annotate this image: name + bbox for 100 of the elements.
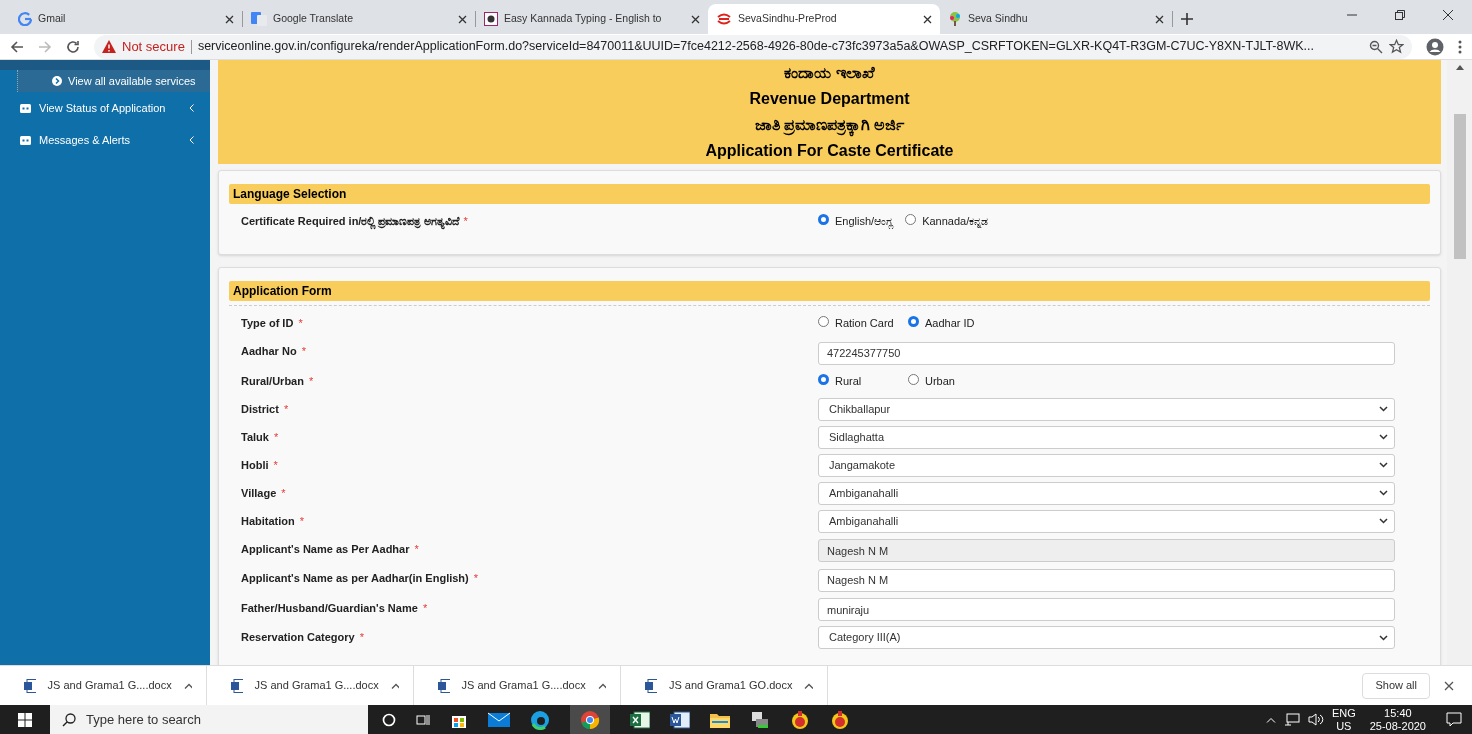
windows-icon	[18, 712, 32, 727]
radio-button[interactable]	[905, 214, 917, 225]
close-icon[interactable]	[691, 14, 700, 24]
dropdown[interactable]: Sidlaghatta	[818, 425, 1395, 449]
radio-button[interactable]	[818, 373, 829, 385]
chevron-down-icon	[1379, 462, 1388, 468]
text-field[interactable]: 472245377750	[818, 341, 1395, 365]
document-icon	[645, 678, 657, 693]
menu-icon[interactable]	[1458, 39, 1462, 54]
clock-date[interactable]: 25-08-2020	[1369, 719, 1426, 733]
star-icon[interactable]	[1389, 39, 1404, 54]
document-icon	[24, 678, 36, 693]
computer-icon[interactable]	[750, 710, 770, 729]
field-label: Village *	[241, 485, 287, 501]
message-icon	[20, 135, 31, 145]
chevron-down-icon	[1379, 434, 1388, 440]
browser-tab[interactable]: Google Translate	[243, 4, 475, 34]
chevron-down-icon	[1379, 406, 1388, 412]
chevron-left-icon	[189, 136, 194, 144]
folder-icon[interactable]	[710, 711, 730, 728]
field-label: Certificate Required in/ರಲ್ಲಿ ಪ್ರಮಾಣಪತ್ರ ಅಗತ್ಯವಿದೆ *	[241, 210, 818, 230]
plus-icon	[1180, 12, 1194, 26]
chevron-up-icon[interactable]	[597, 682, 606, 689]
radio-button[interactable]	[908, 316, 919, 327]
speaker-icon[interactable]	[1307, 713, 1324, 726]
close-icon[interactable]	[225, 14, 234, 24]
tab-favicon	[716, 13, 732, 25]
close-icon[interactable]	[1444, 680, 1454, 691]
app-icon[interactable]	[830, 709, 850, 730]
cortana-icon[interactable]	[382, 712, 396, 727]
tree-icon	[948, 12, 962, 26]
tab-title: Seva Sindhu	[968, 11, 1029, 27]
chevron-up-icon[interactable]	[183, 682, 192, 689]
radio-label: Rural	[835, 373, 862, 388]
input-language[interactable]: ENG	[1331, 706, 1356, 720]
dropdown[interactable]: Chikballapur	[818, 397, 1395, 421]
radio-label: Urban	[925, 373, 955, 388]
field-label: Father/Husband/Guardian's Name *	[241, 600, 429, 616]
dropdown[interactable]: Jangamakote	[818, 453, 1395, 477]
zoom-icon[interactable]	[1369, 39, 1383, 54]
dropdown[interactable]: Ambiganahalli	[818, 509, 1395, 533]
close-icon[interactable]	[923, 14, 932, 24]
network-icon[interactable]	[1283, 713, 1300, 726]
scrollbar[interactable]	[1447, 60, 1472, 665]
field-label: Taluk *	[241, 429, 280, 445]
url-text: serviceonline.gov.in/configureka/renderApplicationForm.do?serviceId=8470011&UUID=7fce4212-2568-4926-80de-c73fc3973a5a&OWASP_CSRFTOKEN=GLXR-KQ4T-R3GM-C7UC-Y8XN-TJLT-8WK...	[197, 38, 1316, 56]
task-view-icon[interactable]	[416, 712, 430, 727]
dropdown[interactable]: Category III(A)	[818, 626, 1395, 649]
app-icon[interactable]	[790, 709, 810, 730]
scroll-up-icon[interactable]	[1455, 64, 1464, 70]
text-field[interactable]: muniraju	[818, 598, 1395, 621]
field-label: Applicant's Name as per Aadhar(in English) *	[241, 571, 480, 586]
header-title: ಕಂದಾಯ ಇಲಾಖೆ	[784, 63, 875, 83]
address-bar[interactable]: Not secure serviceonline.gov.in/configureka/renderApplicationForm.do?serviceId=8470011&UUID=7fce4212-2568-4926-80de-c73fc3973a5a&OWASP_CSRFTOKEN=GLXR-KQ4T-R3GM-C7UC-Y8XN-TJLT-8WK...	[94, 34, 1412, 59]
sidebar-item[interactable]: View Status of Application	[0, 92, 210, 124]
edge-icon[interactable]	[530, 709, 550, 730]
word-icon[interactable]	[670, 710, 690, 729]
chevron-left-icon	[189, 104, 194, 112]
tab-title: Google Translate	[273, 11, 354, 27]
tab-title: Easy Kannada Typing - English to	[504, 11, 663, 27]
message-icon	[20, 103, 31, 113]
chevron-up-icon[interactable]	[390, 682, 399, 689]
header-title: ಜಾತಿ ಪ್ರಮಾಣಪತ್ರಕ್ಕಾಗಿ ಅರ್ಜಿ	[754, 112, 905, 138]
field-label: Reservation Category *	[241, 630, 366, 645]
field-label: Rural/Urban *	[241, 373, 315, 389]
browser-tab[interactable]: Gmail	[10, 4, 242, 34]
close-icon[interactable]	[1155, 14, 1164, 24]
sidebar-item[interactable]: Messages & Alerts	[0, 124, 210, 156]
browser-tab[interactable]: Seva Sindhu	[940, 4, 1172, 34]
chevron-up-icon[interactable]	[804, 682, 813, 689]
header-title: Revenue Department	[749, 89, 910, 109]
scrollbar-thumb[interactable]	[1453, 114, 1466, 259]
field-label: Hobli *	[241, 457, 279, 473]
radio-button[interactable]	[908, 373, 919, 385]
chrome-taskbar-button[interactable]	[570, 705, 610, 734]
chevron-down-icon	[1379, 490, 1388, 496]
sidebar-item[interactable]: View all available services	[17, 70, 210, 92]
reload-icon[interactable]	[66, 39, 80, 54]
radio-button[interactable]	[818, 316, 829, 327]
field-label: District *	[241, 401, 290, 417]
show-all-button[interactable]: Show all	[1362, 672, 1430, 699]
back-icon[interactable]	[10, 39, 24, 54]
input-region[interactable]: US	[1336, 719, 1352, 733]
browser-tab[interactable]: SevaSindhu-PreProd	[708, 4, 940, 34]
dropdown[interactable]: Ambiganahalli	[818, 481, 1395, 505]
close-icon[interactable]	[458, 14, 467, 24]
notification-icon[interactable]	[1446, 712, 1462, 727]
mail-icon[interactable]	[488, 711, 510, 728]
field-label: Type of ID *	[241, 316, 304, 331]
clock-time[interactable]: 15:40	[1384, 706, 1412, 720]
browser-tab[interactable]: Easy Kannada Typing - English to	[476, 4, 708, 34]
excel-icon[interactable]	[630, 710, 650, 729]
section-heading: Language Selection	[229, 184, 1430, 204]
taskbar-search-field[interactable]: Type here to search	[50, 705, 368, 734]
radio-label: English/ಆಂಗ್ಲ	[835, 214, 894, 228]
profile-icon[interactable]	[1426, 37, 1444, 56]
close-icon	[1442, 9, 1454, 21]
radio-button[interactable]	[818, 214, 829, 225]
text-field[interactable]: Nagesh N M	[818, 568, 1395, 592]
chevron-down-icon	[1379, 634, 1388, 641]
